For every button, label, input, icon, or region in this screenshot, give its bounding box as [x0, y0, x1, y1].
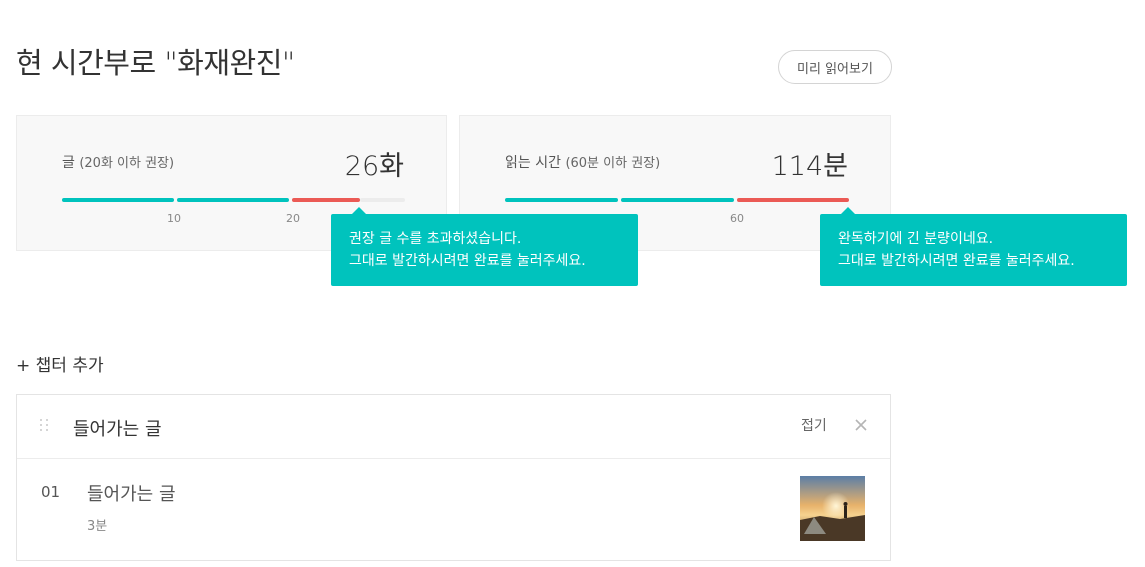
- add-chapter-button[interactable]: + 챕터 추가: [16, 351, 104, 376]
- chapter-panel: 들어가는 글 접기 01 들어가는 글 3분: [16, 394, 891, 561]
- tooltip-line: 그대로 발간하시려면 완료를 눌러주세요.: [349, 253, 586, 269]
- chapter-header: 들어가는 글 접기: [17, 395, 890, 459]
- read-time-value: 114분: [771, 151, 848, 182]
- progress-segment: [62, 198, 174, 202]
- item-number: 01: [41, 483, 61, 501]
- post-count-warning-tooltip: 권장 글 수를 초과하셨습니다. 그대로 발간하시려면 완료를 눌러주세요.: [331, 207, 638, 286]
- close-icon[interactable]: [851, 415, 871, 435]
- tooltip-line: 권장 글 수를 초과하셨습니다.: [349, 231, 522, 247]
- preview-button[interactable]: 미리 읽어보기: [778, 50, 892, 84]
- read-time-warning-tooltip: 완독하기에 긴 분량이네요. 그대로 발간하시려면 완료를 눌러주세요.: [820, 207, 1127, 286]
- item-title[interactable]: 들어가는 글: [87, 480, 176, 506]
- post-count-label: 글 (20화 이하 권장): [62, 152, 174, 172]
- drag-handle-icon[interactable]: [40, 419, 52, 433]
- list-item[interactable]: 01 들어가는 글 3분: [17, 459, 890, 561]
- chapter-title[interactable]: 들어가는 글: [73, 415, 162, 441]
- page-title: 현 시간부로 "화재완진": [16, 46, 295, 80]
- read-time-label: 읽는 시간 (60분 이하 권장): [505, 152, 660, 172]
- fold-button[interactable]: 접기: [801, 415, 827, 435]
- progress-segment: [621, 198, 734, 202]
- progress-segment: [177, 198, 289, 202]
- post-count-hint: (20화 이하 권장): [79, 156, 175, 171]
- post-count-label-text: 글: [62, 155, 75, 171]
- tick-label: 60: [730, 212, 744, 225]
- progress-segment: [505, 198, 618, 202]
- read-time-label-text: 읽는 시간: [505, 155, 561, 171]
- post-count-value: 26화: [344, 151, 404, 182]
- progress-segment-over: [737, 198, 849, 202]
- read-time-hint: (60분 이하 권장): [565, 156, 661, 171]
- item-read-time: 3분: [87, 519, 108, 534]
- tooltip-line: 완독하기에 긴 분량이네요.: [838, 231, 994, 247]
- tooltip-line: 그대로 발간하시려면 완료를 눌러주세요.: [838, 253, 1075, 269]
- progress-segment-remaining: [360, 198, 405, 202]
- progress-segment-over: [292, 198, 360, 202]
- tick-label: 20: [286, 212, 300, 225]
- item-thumbnail: [800, 476, 865, 541]
- tick-label: 10: [167, 212, 181, 225]
